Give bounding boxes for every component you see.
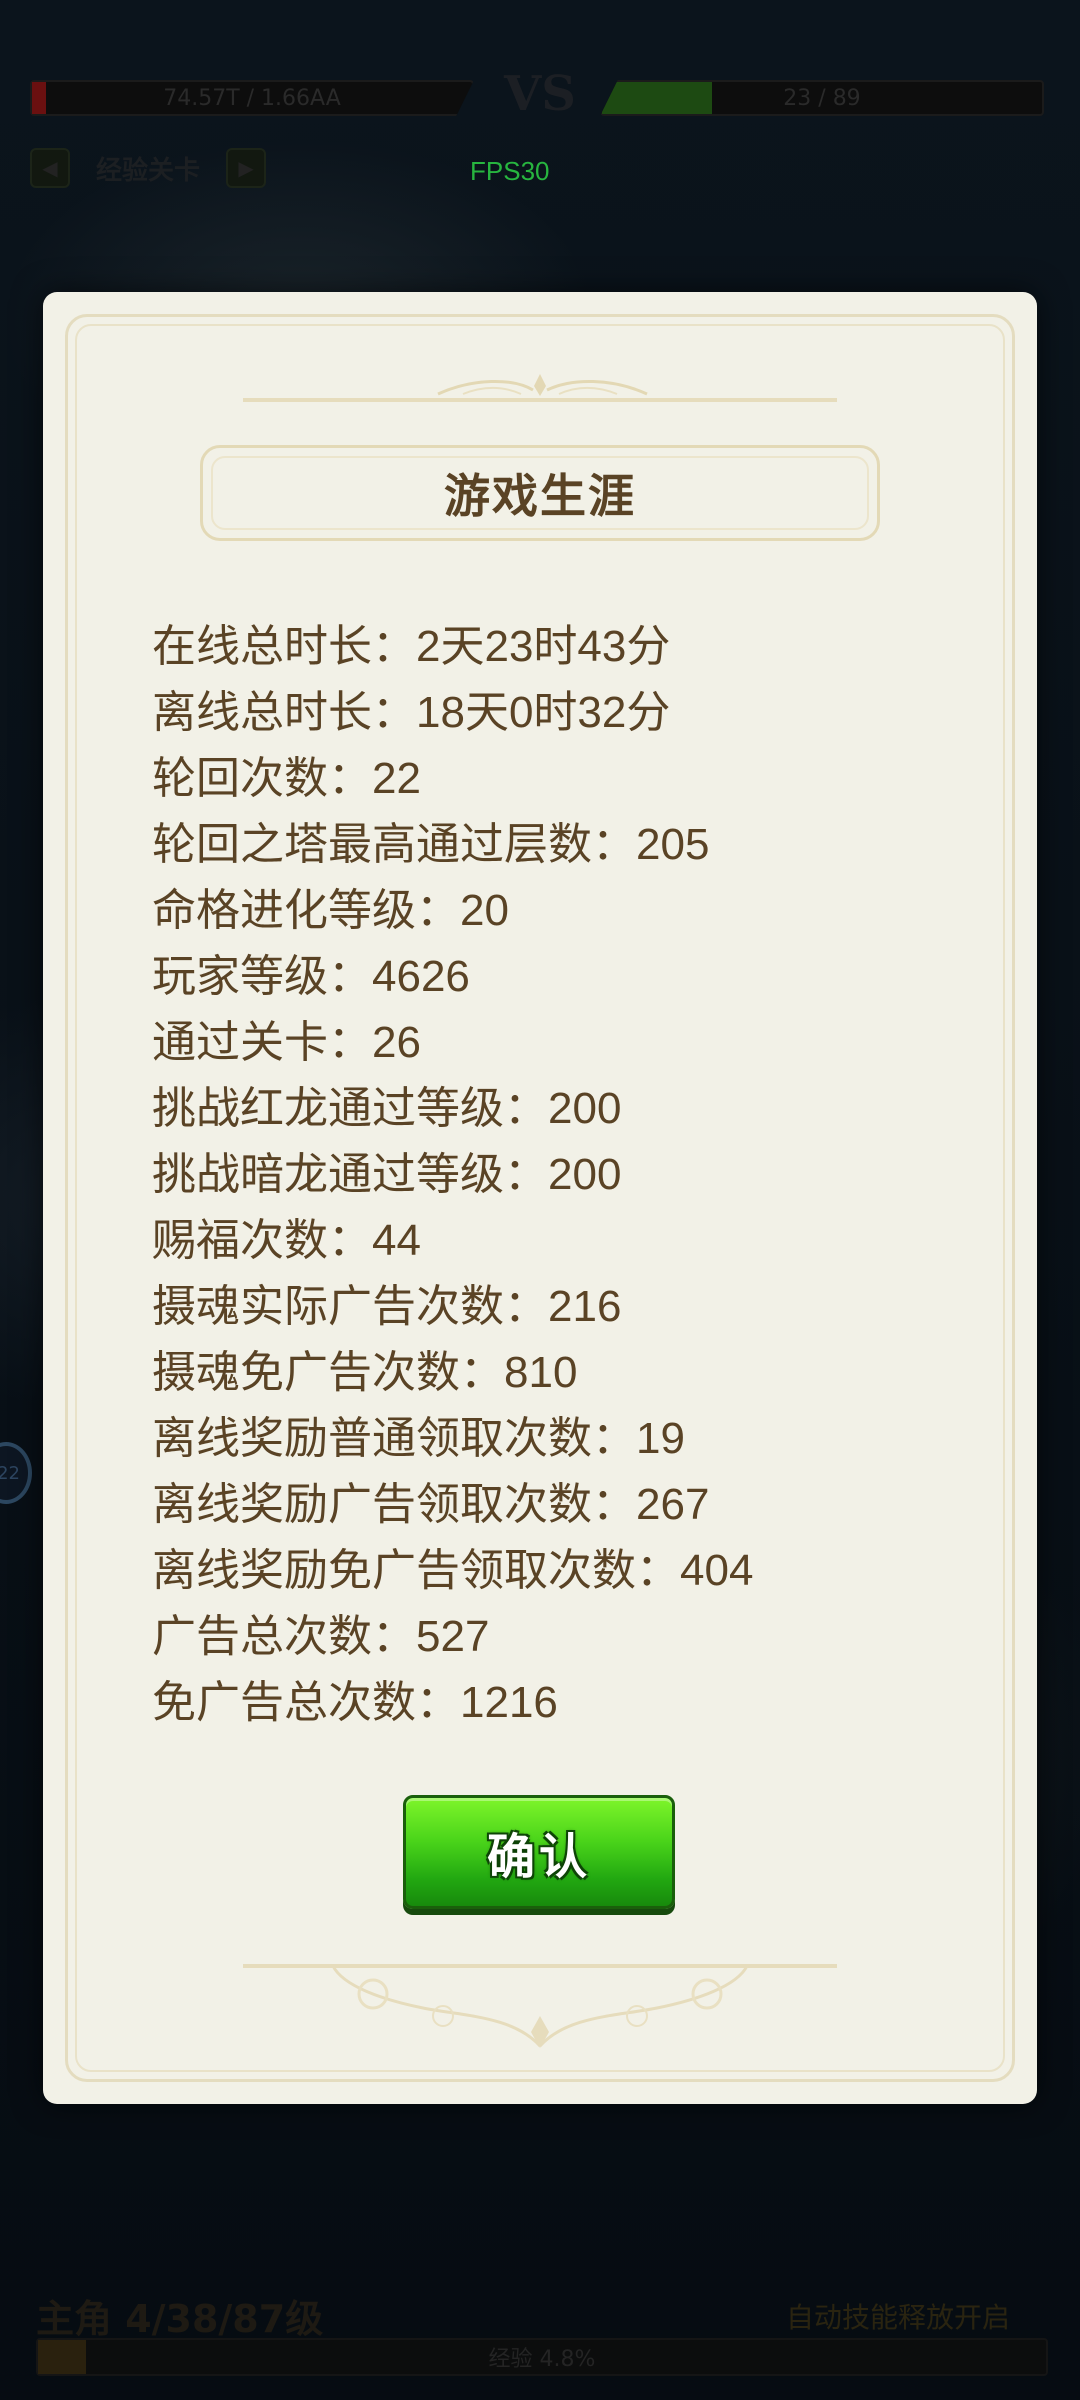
stat-value: 200 <box>548 1084 622 1133</box>
stat-offline-normal-claims: 离线奖励普通领取次数：19 <box>152 1406 952 1472</box>
stat-soul-free-ad-count: 摄魂免广告次数：810 <box>152 1340 952 1406</box>
stat-label: 轮回次数： <box>152 753 372 804</box>
vs-label: VS <box>504 66 576 122</box>
stage-next-icon[interactable]: ▶ <box>226 148 267 188</box>
stat-value: 216 <box>548 1282 622 1331</box>
stat-offline-free-ad-claims: 离线奖励免广告领取次数：404 <box>152 1538 952 1604</box>
stat-offline-time: 离线总时长：18天0时32分 <box>152 680 952 746</box>
stat-value: 200 <box>548 1150 622 1199</box>
stat-value: 22 <box>372 754 421 803</box>
stat-label: 命格进化等级： <box>152 885 460 936</box>
stat-value: 527 <box>416 1612 490 1661</box>
stat-value: 18天0时32分 <box>416 688 671 737</box>
stat-blessing-count: 赐福次数：44 <box>152 1208 952 1274</box>
stat-dark-dragon: 挑战暗龙通过等级：200 <box>152 1142 952 1208</box>
stat-value: 267 <box>636 1480 710 1529</box>
stat-label: 摄魂实际广告次数： <box>152 1281 548 1332</box>
stat-label: 离线奖励免广告领取次数： <box>152 1545 680 1596</box>
enemy-hp-text: 23 / 89 <box>783 85 861 111</box>
stat-value: 4626 <box>372 952 470 1001</box>
stat-value: 44 <box>372 1216 421 1265</box>
confirm-button-label: 确认 <box>486 1829 591 1885</box>
stat-label: 挑战暗龙通过等级： <box>152 1149 548 1200</box>
stat-label: 赐福次数： <box>152 1215 372 1266</box>
stat-label: 挑战红龙通过等级： <box>152 1083 548 1134</box>
stat-total-ads: 广告总次数：527 <box>152 1604 952 1670</box>
career-dialog: 游戏生涯 在线总时长：2天23时43分 离线总时长：18天0时32分 轮回次数：… <box>43 292 1037 2104</box>
dialog-title-box: 游戏生涯 <box>200 445 880 541</box>
stat-tower-floor: 轮回之塔最高通过层数：205 <box>152 812 952 878</box>
stat-reincarnation-count: 轮回次数：22 <box>152 746 952 812</box>
exp-bar: 经验 4.8% <box>36 2338 1048 2376</box>
player-hp-bar: 74.57T / 1.66AA <box>30 80 474 116</box>
bottom-ornament-icon <box>243 1964 837 2048</box>
stat-value: 1216 <box>460 1678 558 1727</box>
stat-red-dragon: 挑战红龙通过等级：200 <box>152 1076 952 1142</box>
hero-level-label: 主角 4/38/87级 <box>36 2297 324 2341</box>
stat-value: 20 <box>460 886 509 935</box>
stat-label: 通过关卡： <box>152 1017 372 1068</box>
stat-label: 玩家等级： <box>152 951 372 1002</box>
stat-soul-ad-count: 摄魂实际广告次数：216 <box>152 1274 952 1340</box>
stat-label: 离线总时长： <box>152 687 416 738</box>
auto-skill-toggle[interactable]: 自动技能释放开启 <box>786 2296 1010 2336</box>
stat-label: 摄魂免广告次数： <box>152 1347 504 1398</box>
stat-value: 26 <box>372 1018 421 1067</box>
player-hp-text: 74.57T / 1.66AA <box>163 85 341 111</box>
stat-label: 免广告总次数： <box>152 1677 460 1728</box>
dialog-title: 游戏生涯 <box>444 469 636 523</box>
top-ornament-icon <box>243 374 837 402</box>
stat-label: 离线奖励普通领取次数： <box>152 1413 636 1464</box>
confirm-button[interactable]: 确认 <box>403 1795 675 1909</box>
stat-total-free-ads: 免广告总次数：1216 <box>152 1670 952 1736</box>
stage-prev-icon[interactable]: ◀ <box>30 148 70 188</box>
exp-bar-text: 经验 4.8% <box>488 2347 596 2372</box>
stat-label: 广告总次数： <box>152 1611 416 1662</box>
stat-label: 在线总时长： <box>152 621 416 672</box>
stat-player-level: 玩家等级：4626 <box>152 944 952 1010</box>
stage-label: 经验关卡 <box>96 155 201 186</box>
stat-value: 2天23时43分 <box>416 622 671 671</box>
fps-counter: FPS30 <box>470 156 550 186</box>
stage-row: ◀ 经验关卡 ▶ <box>30 146 267 190</box>
stat-value: 810 <box>504 1348 578 1397</box>
enemy-hp-bar: 23 / 89 <box>600 80 1044 116</box>
stat-fate-level: 命格进化等级：20 <box>152 878 952 944</box>
stat-value: 205 <box>636 820 710 869</box>
career-stats-list: 在线总时长：2天23时43分 离线总时长：18天0时32分 轮回次数：22 轮回… <box>152 614 952 1736</box>
stat-offline-ad-claims: 离线奖励广告领取次数：267 <box>152 1472 952 1538</box>
stat-label: 离线奖励广告领取次数： <box>152 1479 636 1530</box>
stat-value: 404 <box>680 1546 754 1595</box>
stat-stages-cleared: 通过关卡：26 <box>152 1010 952 1076</box>
stat-online-time: 在线总时长：2天23时43分 <box>152 614 952 680</box>
stat-label: 轮回之塔最高通过层数： <box>152 819 636 870</box>
stat-value: 19 <box>636 1414 685 1463</box>
